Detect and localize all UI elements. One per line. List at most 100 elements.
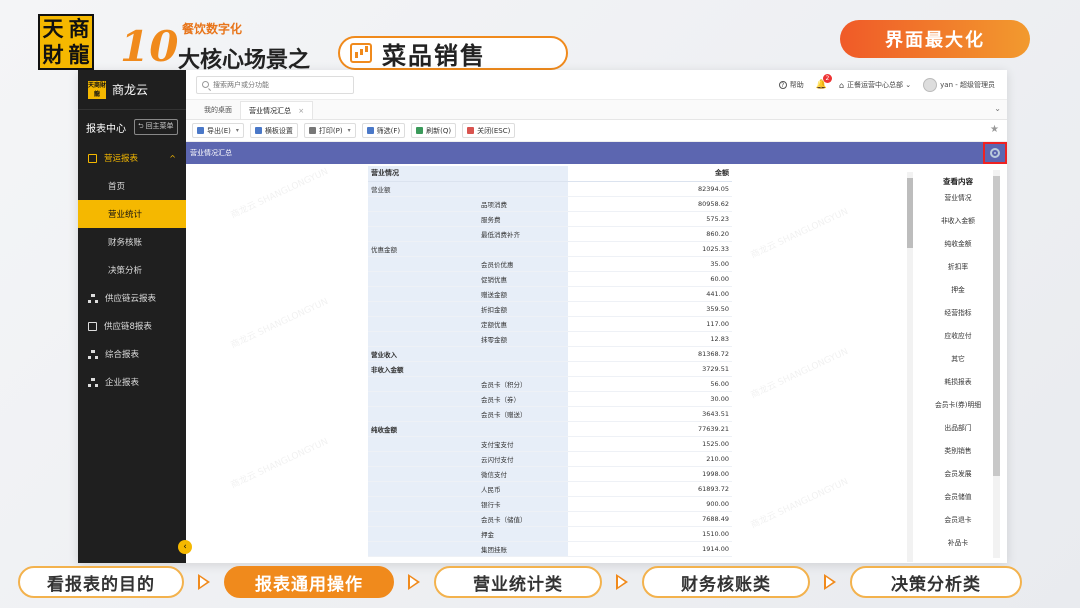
table-cell: 3643.51 — [568, 406, 732, 422]
search-box[interactable] — [196, 75, 354, 94]
watermark: 商龙云 SHANGLONGYUN — [229, 296, 330, 351]
table-row: 最低消费补齐 860.20 — [368, 226, 732, 242]
sidebar-item[interactable]: 企业报表 — [78, 368, 186, 396]
table-cell: 30.00 — [568, 391, 732, 407]
sidebar-group-operations[interactable]: 营运报表 ^ — [78, 144, 186, 172]
sidebar-item[interactable]: 供应链云报表 — [78, 284, 186, 312]
brand-logo: 天 商 財 龍 — [38, 14, 94, 70]
table-row: 银行卡 900.00 — [368, 496, 732, 512]
toolbar-button[interactable]: 刷新(Q) — [411, 123, 457, 138]
navigator-item[interactable]: 出品部门 — [916, 417, 1000, 440]
notifications-button[interactable]: 🔔 2 — [816, 74, 832, 90]
scrollbar-thumb[interactable] — [993, 176, 1000, 476]
toolbar-button[interactable]: 横板设置 — [249, 123, 298, 138]
user-menu[interactable]: yan - 超级管理员 — [923, 78, 995, 92]
star-icon[interactable]: ★ — [990, 124, 999, 135]
tab-business-summary[interactable]: 营业情况汇总 × — [240, 101, 314, 119]
table-cell: 359.50 — [568, 301, 732, 317]
navigator-item[interactable]: 会员发展 — [916, 463, 1000, 486]
navigator-item[interactable]: 押金 — [916, 279, 1000, 302]
table-cell — [368, 466, 478, 482]
sidebar-brand-logo: 天商財龍 — [88, 80, 107, 99]
arrow-right-icon — [616, 574, 628, 590]
bottom-nav-step[interactable]: 决策分析类 — [850, 566, 1022, 598]
table-cell: 81368.72 — [568, 346, 732, 362]
dropdown-arrow-icon[interactable]: ▾ — [348, 127, 351, 134]
navigator-item[interactable]: 其它 — [916, 348, 1000, 371]
navigator-scrollbar[interactable] — [993, 170, 1000, 558]
toolbar-button[interactable]: 筛选(F) — [361, 123, 406, 138]
toolbar-button[interactable]: 关闭(ESC) — [462, 123, 516, 138]
search-input[interactable] — [213, 80, 343, 89]
table-cell: 56.00 — [568, 376, 732, 392]
column-settings-button[interactable] — [983, 142, 1007, 164]
content-navigator-panel: 查看内容 营业情况 非收入金额 纯收金额 折扣率 押金 经营指标 应收应付 其它 耗损报表 会员卡… — [907, 166, 1000, 563]
table-cell — [368, 496, 478, 512]
sidebar-item-label: 供应链8报表 — [104, 322, 152, 332]
dropdown-arrow-icon[interactable]: ▾ — [236, 127, 239, 134]
maximize-button[interactable]: 界面最大化 — [840, 20, 1030, 58]
toolbar-button[interactable]: 打印(P) ▾ — [303, 123, 356, 138]
chevron-down-icon[interactable]: ⌄ — [994, 104, 1001, 113]
table-cell: 1998.00 — [568, 466, 732, 482]
toolbar-icon — [308, 127, 316, 134]
help-label: 帮助 — [789, 81, 804, 89]
table-cell — [368, 436, 478, 452]
org-selector[interactable]: ⌂ 正餐运营中心总部 ⌄ — [839, 80, 911, 90]
table-cell: 折扣金额 — [478, 301, 568, 317]
navigator-item[interactable]: 会员储值 — [916, 486, 1000, 509]
column-header — [478, 166, 568, 182]
table-cell: 35.00 — [568, 256, 732, 272]
table-cell: 集团挂账 — [478, 541, 568, 557]
toolbar-icon — [467, 127, 475, 134]
toolbar-button[interactable]: 导出(E) ▾ — [192, 123, 244, 138]
navigator-item[interactable]: 营业情况 — [916, 187, 1000, 210]
table-cell — [478, 421, 568, 437]
bottom-nav-step[interactable]: 营业统计类 — [434, 566, 602, 598]
back-to-main-menu-button[interactable]: ⮌ 回主菜单 — [134, 119, 178, 135]
navigator-item[interactable]: 折扣率 — [916, 256, 1000, 279]
navigator-item[interactable]: 类别销售 — [916, 440, 1000, 463]
tab-my-desktop[interactable]: 我的桌面 — [196, 101, 240, 119]
navigator-item[interactable]: 会员卡(券)明细 — [916, 394, 1000, 417]
sidebar-subitem[interactable]: 营业统计 — [78, 200, 186, 228]
table-cell — [368, 451, 478, 467]
sidebar-item[interactable]: 供应链8报表 — [78, 312, 186, 340]
navigator-item[interactable]: 经营指标 — [916, 302, 1000, 325]
headline-pill: 菜品销售 — [338, 36, 568, 70]
tab-label: 我的桌面 — [204, 106, 232, 114]
navigator-item[interactable]: 补品卡 — [916, 532, 1000, 555]
sidebar-subitem[interactable]: 财务核账 — [78, 228, 186, 256]
table-row: 会员卡（积分） 56.00 — [368, 376, 732, 392]
table-cell — [368, 256, 478, 272]
slide-headline: 10 餐饮数字化 大核心场景之 菜品销售 — [120, 12, 580, 76]
toolbar-button-label: 关闭(ESC) — [477, 126, 511, 135]
bottom-nav-step[interactable]: 报表通用操作 — [224, 566, 394, 598]
bottom-nav-step[interactable]: 财务核账类 — [642, 566, 810, 598]
arrow-right-icon — [824, 574, 836, 590]
navigator-item[interactable]: 耗损报表 — [916, 371, 1000, 394]
headline-pill-text: 菜品销售 — [382, 41, 486, 70]
table-scrollbar[interactable] — [907, 172, 913, 562]
report-title: 营业情况汇总 — [190, 149, 232, 157]
close-icon[interactable]: × — [298, 107, 304, 115]
sidebar-subitem[interactable]: 决策分析 — [78, 256, 186, 284]
help-link[interactable]: ? 帮助 — [778, 80, 804, 90]
report-icon — [88, 153, 97, 163]
watermark: 商龙云 SHANGLONGYUN — [749, 206, 850, 261]
navigator-item[interactable]: 应收应付 — [916, 325, 1000, 348]
logo-char: 龍 — [68, 42, 90, 67]
table-row: 促销优惠 60.00 — [368, 271, 732, 287]
sidebar-item[interactable]: 综合报表 — [78, 340, 186, 368]
navigator-item[interactable]: 非收入金额 — [916, 210, 1000, 233]
help-icon: ? — [778, 81, 787, 89]
sidebar-subitem[interactable]: 首页 — [78, 172, 186, 200]
table-cell — [368, 316, 478, 332]
bottom-nav-step[interactable]: 看报表的目的 — [18, 566, 184, 598]
navigator-item[interactable]: 会员退卡 — [916, 509, 1000, 532]
table-cell: 1525.00 — [568, 436, 732, 452]
navigator-item[interactable]: 纯收金额 — [916, 233, 1000, 256]
scrollbar-thumb[interactable] — [907, 178, 913, 248]
table-row: 会员卡（储值） 7688.49 — [368, 511, 732, 527]
table-cell: 60.00 — [568, 271, 732, 287]
